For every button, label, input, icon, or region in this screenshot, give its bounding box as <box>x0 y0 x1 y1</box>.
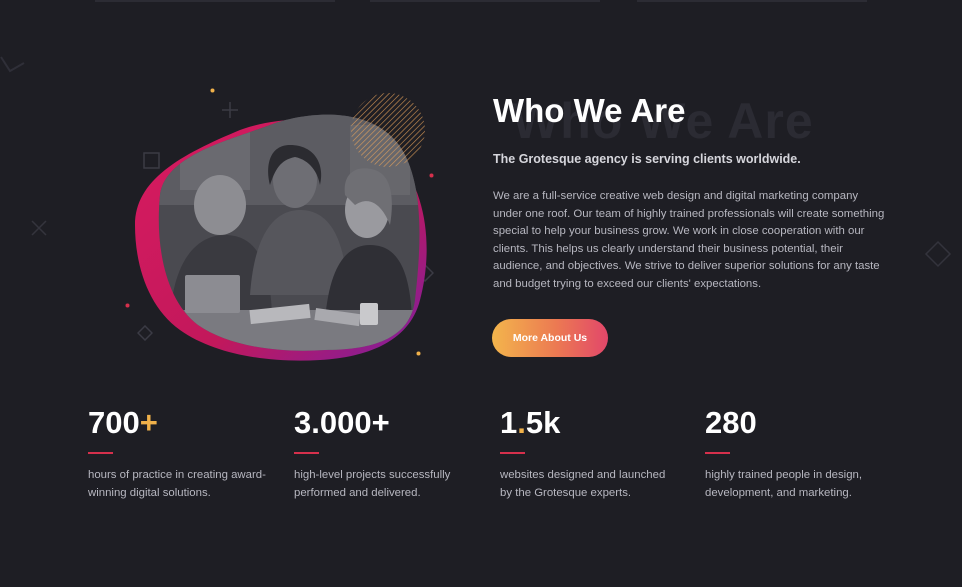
stat-value: 3.000+ <box>294 405 390 440</box>
stat-description: websites designed and launched by the Gr… <box>500 469 666 499</box>
x-icon <box>31 220 47 236</box>
stat-divider <box>705 452 730 454</box>
stat-description: hours of practice in creating award-winn… <box>88 469 266 499</box>
section-title: Who We Are <box>493 92 686 129</box>
stat-suffix: + <box>139 405 158 440</box>
section-description: We are a full-service creative web desig… <box>493 190 885 290</box>
stat-divider <box>88 452 113 454</box>
stat-divider <box>500 452 525 454</box>
stat-description: highly trained people in design, develop… <box>705 469 863 499</box>
stat-value: 700+ <box>88 405 158 440</box>
more-about-us-button[interactable]: More About Us <box>492 319 608 357</box>
team-photo <box>135 93 427 361</box>
stat-divider <box>294 452 319 454</box>
stat-projects: 3.000+ high-level projects successfully … <box>294 404 494 502</box>
stat-hours: 700+ hours of practice in creating award… <box>88 404 288 502</box>
diamond-icon <box>924 240 952 268</box>
chevron-deco-icon <box>0 56 25 73</box>
stat-value: 280 <box>705 405 757 440</box>
top-decorative-lines <box>0 0 962 4</box>
stat-people: 280 highly trained people in design, dev… <box>705 404 905 502</box>
stat-value: 1.5k <box>500 405 561 440</box>
section-subtitle: The Grotesque agency is serving clients … <box>493 152 801 166</box>
stat-description: high-level projects successfully perform… <box>294 469 451 499</box>
stat-websites: 1.5k websites designed and launched by t… <box>500 404 700 502</box>
